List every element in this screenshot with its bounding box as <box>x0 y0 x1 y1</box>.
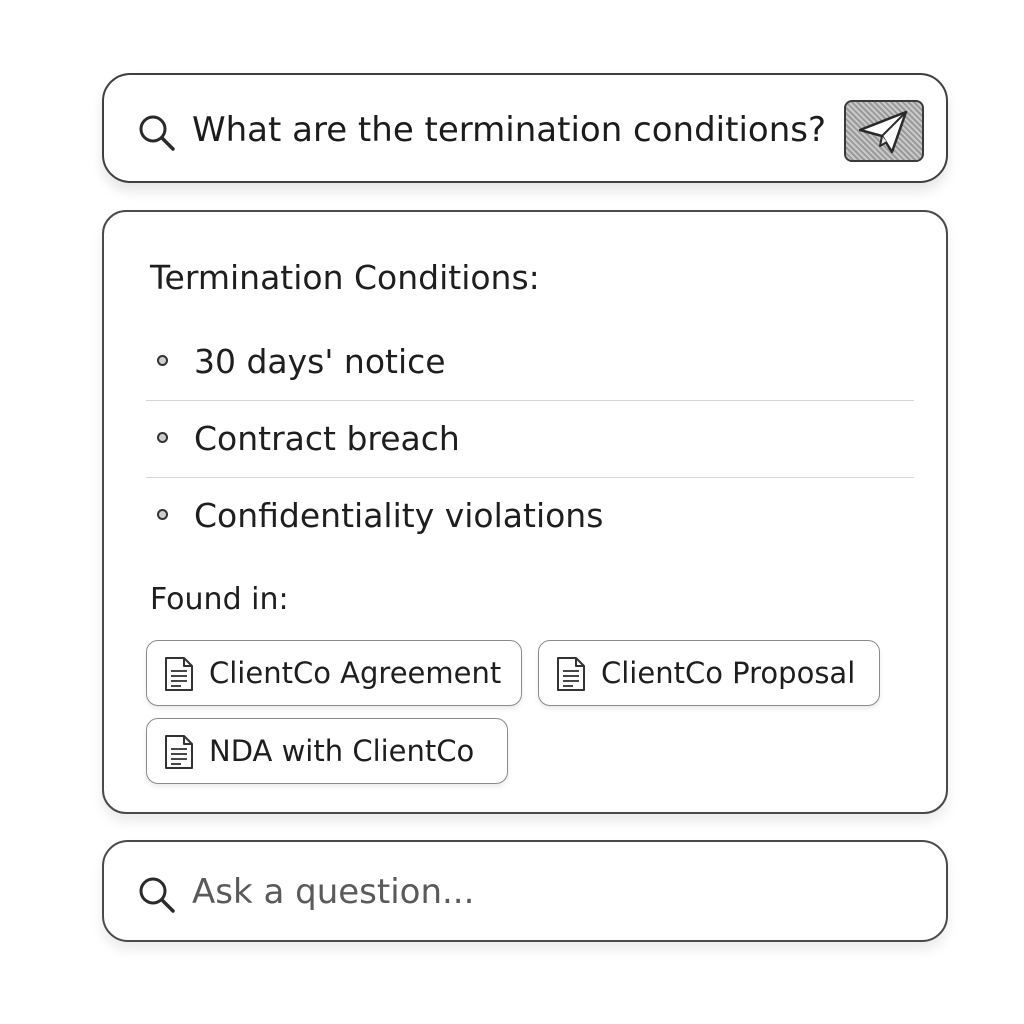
source-chip-clientco-agreement[interactable]: ClientCo Agreement <box>146 640 522 706</box>
source-chip-clientco-proposal[interactable]: ClientCo Proposal <box>538 640 880 706</box>
ask-question-input[interactable] <box>192 868 892 916</box>
list-item-text: 30 days' notice <box>194 342 446 381</box>
list-item: Contract breach <box>146 401 914 478</box>
bullet-icon <box>157 355 168 366</box>
paper-plane-icon <box>858 110 908 154</box>
source-chip-label: ClientCo Agreement <box>209 656 502 690</box>
condition-list: 30 days' notice Contract breach Confiden… <box>146 324 914 554</box>
list-item: Confidentiality violations <box>146 478 914 554</box>
search-icon <box>136 112 176 152</box>
query-bar[interactable]: What are the termination conditions? <box>102 73 948 183</box>
source-chip-label: ClientCo Proposal <box>601 656 856 690</box>
send-button[interactable] <box>844 100 924 162</box>
document-icon <box>165 657 193 691</box>
list-item-text: Contract breach <box>194 419 460 458</box>
bullet-icon <box>157 509 168 520</box>
document-icon <box>557 657 585 691</box>
list-item-text: Confidentiality violations <box>194 496 604 535</box>
answer-heading: Termination Conditions: <box>150 258 540 297</box>
ask-bar[interactable] <box>102 840 948 942</box>
search-icon <box>136 874 176 914</box>
answer-card: Termination Conditions: 30 days' notice … <box>102 210 948 814</box>
source-chip-label: NDA with ClientCo <box>209 734 475 768</box>
list-item: 30 days' notice <box>146 324 914 401</box>
source-chip-nda-with-clientco[interactable]: NDA with ClientCo <box>146 718 508 784</box>
found-in-label: Found in: <box>150 582 289 617</box>
bullet-icon <box>157 432 168 443</box>
document-icon <box>165 735 193 769</box>
query-text[interactable]: What are the termination conditions? <box>192 108 826 152</box>
